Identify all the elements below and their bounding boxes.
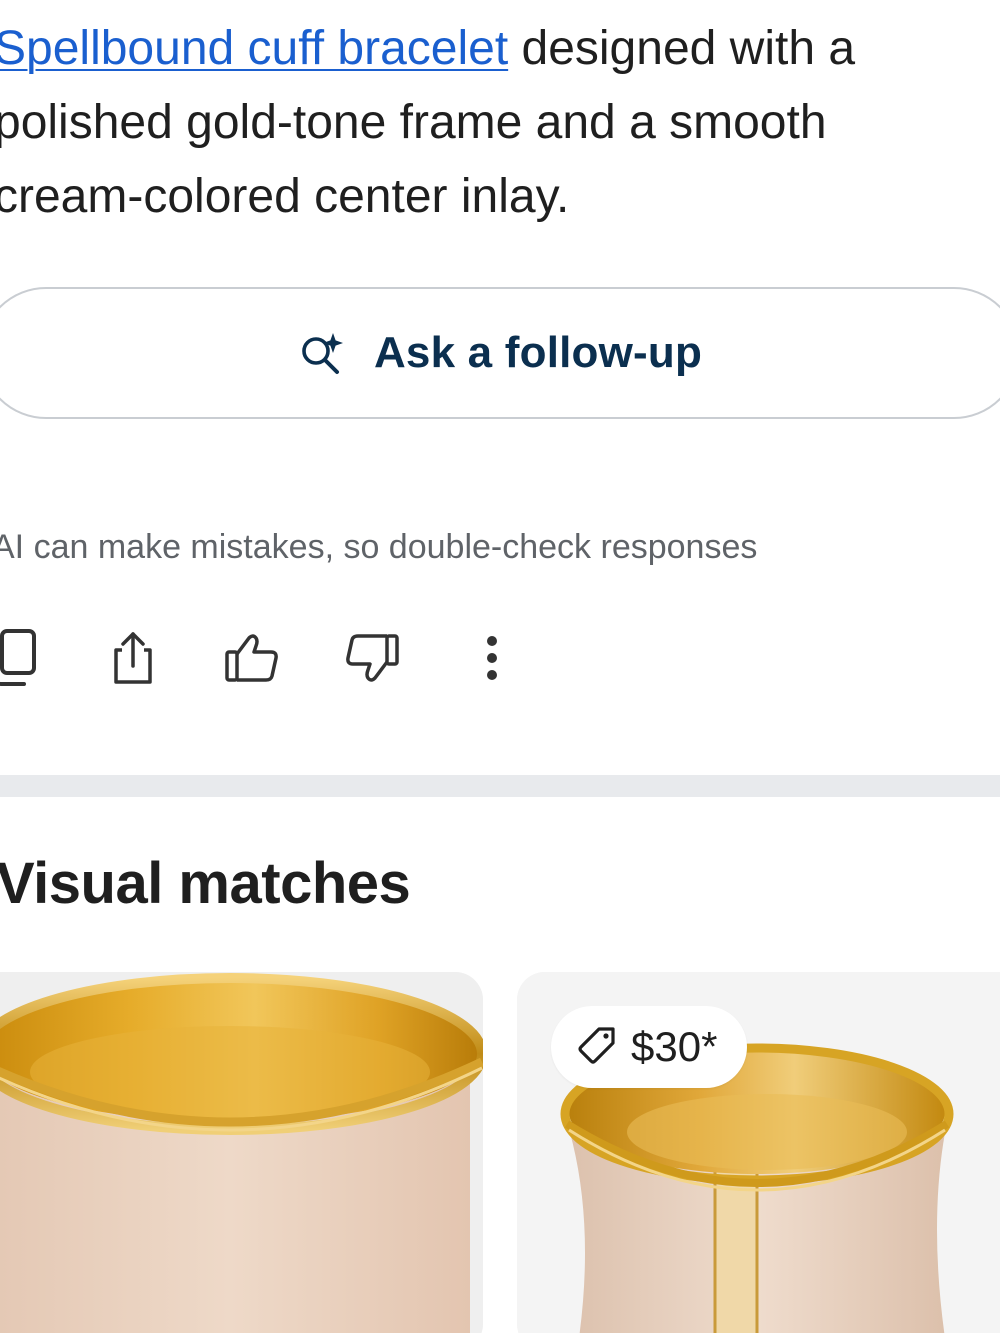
ask-follow-up-button[interactable]: Ask a follow-up xyxy=(0,287,1000,419)
ask-follow-up-label: Ask a follow-up xyxy=(373,328,703,377)
answer-line-1: designed with a xyxy=(508,22,856,75)
share-icon xyxy=(108,628,158,693)
product-link[interactable]: Spellbound cuff bracelet xyxy=(0,22,508,75)
visual-match-card[interactable] xyxy=(0,972,483,1333)
price-tag-icon xyxy=(577,1025,617,1070)
visual-match-card[interactable]: $30* xyxy=(517,972,1000,1333)
answer-line-3: cream-colored center inlay. xyxy=(0,170,570,223)
ai-disclaimer: AI can make mistakes, so double-check re… xyxy=(0,528,758,566)
thumbs-up-button[interactable] xyxy=(220,628,284,692)
more-vert-icon xyxy=(484,633,500,688)
visual-matches-title: Visual matches xyxy=(0,851,411,916)
price-label: $30* xyxy=(631,1023,718,1070)
price-chip: $30* xyxy=(551,1006,748,1088)
search-sparkle-icon xyxy=(298,329,348,377)
feedback-actions xyxy=(0,628,560,692)
thumbs-down-button[interactable] xyxy=(340,628,404,692)
more-options-button[interactable] xyxy=(460,628,524,692)
copy-icon xyxy=(0,627,46,694)
share-button[interactable] xyxy=(101,628,165,692)
copy-button[interactable] xyxy=(0,628,50,692)
ai-answer-text: Spellbound cuff bracelet designed with a… xyxy=(0,12,994,234)
section-divider xyxy=(0,775,1000,797)
thumbs-down-icon xyxy=(343,632,401,689)
page: Spellbound cuff bracelet designed with a… xyxy=(0,0,1000,1333)
cream-gold-cuff-bracelet-photo xyxy=(0,972,483,1333)
thumbs-up-icon xyxy=(223,632,281,689)
answer-line-2: polished gold-tone frame and a smooth xyxy=(0,96,827,149)
